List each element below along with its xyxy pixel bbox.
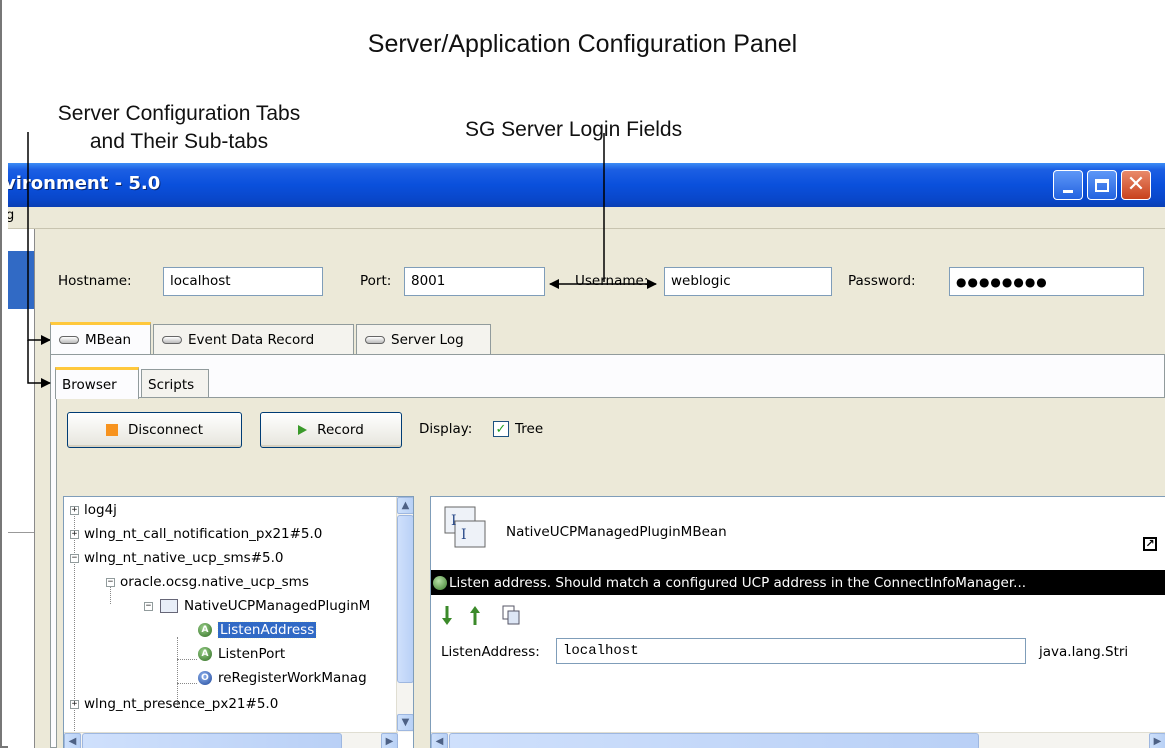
tab-icon [59,335,79,344]
tab-label: MBean [85,331,132,348]
subtab-browser[interactable]: Browser [55,367,139,399]
annotation-arrows [27,132,657,388]
subtab-label: Browser [62,376,117,393]
tab-mbean[interactable]: MBean [50,322,151,354]
